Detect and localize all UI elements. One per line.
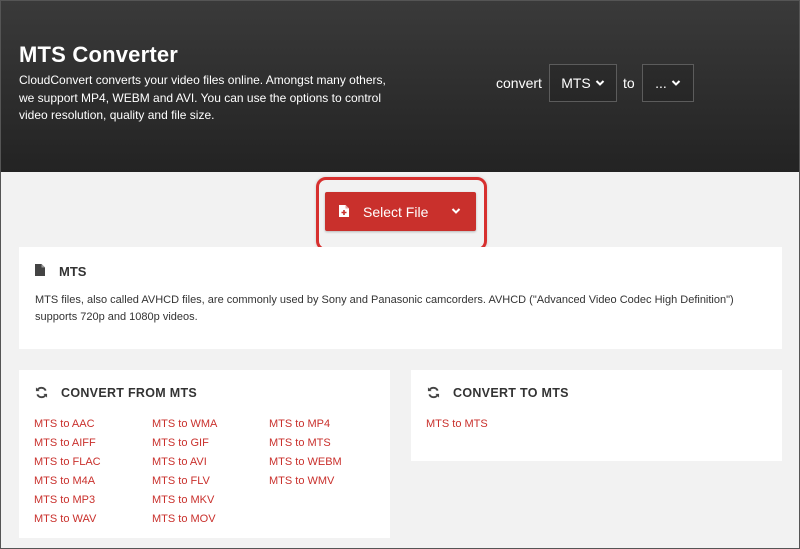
conversion-link[interactable]: MTS to WEBM [269,455,342,474]
conversion-link[interactable]: MTS to FLAC [34,455,101,474]
conversion-link[interactable]: MTS to WMA [152,417,217,436]
format-to-value: ... [655,75,667,91]
format-info-text: MTS files, also called AVHCD files, are … [35,294,734,323]
convert-from-column-2: MTS to WMA MTS to GIF MTS to AVI MTS to … [152,417,217,531]
convert-from-column-1: MTS to AAC MTS to AIFF MTS to FLAC MTS t… [34,417,101,531]
chevron-down-icon [671,80,681,86]
convert-from-column-3: MTS to MP4 MTS to MTS MTS to WEBM MTS to… [269,417,342,493]
select-file-label: Select File [363,204,429,220]
conversion-link[interactable]: MTS to MTS [426,417,488,436]
convert-from-title: CONVERT FROM MTS [61,386,198,400]
convert-to-card: CONVERT TO MTS MTS to MTS [411,370,782,461]
chevron-down-icon [595,80,604,86]
to-label: to [623,75,635,91]
conversion-link[interactable]: MTS to MOV [152,512,217,531]
chevron-down-icon[interactable] [451,206,461,216]
convert-to-links: MTS to MTS [426,417,488,436]
refresh-icon [35,386,48,399]
format-from-value: MTS [561,75,591,91]
file-plus-icon [339,205,349,217]
conversion-link[interactable]: MTS to MKV [152,493,217,512]
page-title: MTS Converter [19,42,179,67]
conversion-link[interactable]: MTS to MTS [269,436,342,455]
format-info-title: MTS [59,264,87,279]
conversion-link[interactable]: MTS to M4A [34,474,101,493]
conversion-link[interactable]: MTS to AIFF [34,436,101,455]
conversion-link[interactable]: MTS to MP4 [269,417,342,436]
select-file-button[interactable]: Select File [325,192,476,231]
convert-to-title: CONVERT TO MTS [453,386,569,400]
format-from-select[interactable]: MTS [549,64,617,102]
convert-from-card: CONVERT FROM MTS MTS to AAC MTS to AIFF … [19,370,390,538]
conversion-link[interactable]: MTS to MP3 [34,493,101,512]
conversion-link[interactable]: MTS to AVI [152,455,217,474]
conversion-link[interactable]: MTS to GIF [152,436,217,455]
convert-label: convert [496,75,542,91]
format-to-select[interactable]: ... [642,64,694,102]
hero-description: CloudConvert converts your video files o… [19,73,386,122]
hero-header: MTS Converter CloudConvert converts your… [0,0,800,172]
refresh-icon [427,386,440,399]
format-info-card: MTS MTS files, also called AVHCD files, … [19,247,782,349]
conversion-link[interactable]: MTS to WMV [269,474,342,493]
conversion-link[interactable]: MTS to WAV [34,512,101,531]
conversion-link[interactable]: MTS to AAC [34,417,101,436]
conversion-link[interactable]: MTS to FLV [152,474,217,493]
document-icon [35,264,45,276]
